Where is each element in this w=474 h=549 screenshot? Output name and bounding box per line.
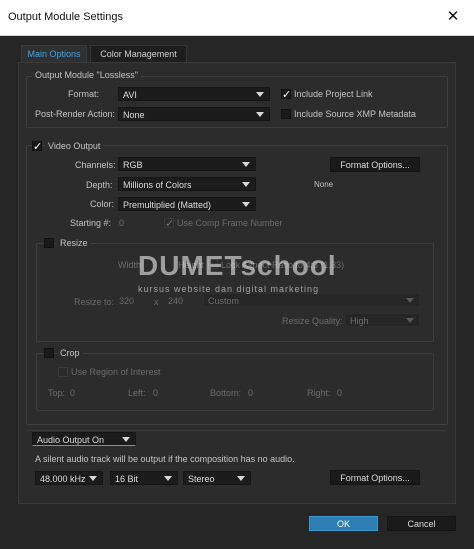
include-project-link-checkbox[interactable]: ✓ (281, 89, 292, 101)
audio-bits-value: 16 Bit (115, 474, 139, 484)
window-title: Output Module Settings (8, 11, 123, 23)
audio-channels-value: Stereo (188, 474, 215, 484)
resize-quality-value: High (350, 316, 369, 326)
audio-format-options-button[interactable]: Format Options... (330, 470, 420, 485)
crop-top-value[interactable]: 0 (70, 388, 75, 398)
color-value: Premultiplied (Matted) (123, 200, 212, 210)
include-xmp-checkbox[interactable] (281, 109, 291, 119)
format-label: Format: (68, 89, 100, 99)
color-dropdown[interactable]: Premultiplied (Matted) (118, 197, 256, 211)
crop-top-label: Top: (48, 388, 66, 398)
times-symbol: x (154, 297, 159, 307)
chevron-down-icon (256, 112, 264, 117)
include-xmp-label: Include Source XMP Metadata (294, 109, 416, 119)
chevron-down-icon (237, 476, 245, 481)
tab-main-options[interactable]: Main Options (21, 45, 87, 63)
video-format-options-button[interactable]: Format Options... (330, 157, 420, 172)
codec-value: None (314, 180, 334, 189)
chevron-down-icon (406, 298, 414, 303)
use-comp-frame-label: Use Comp Frame Number (177, 218, 283, 228)
channels-dropdown[interactable]: RGB (118, 157, 256, 171)
resize-width-value[interactable]: 320 (119, 296, 134, 306)
resize-preset-value: Custom (208, 296, 240, 306)
ok-button[interactable]: OK (309, 516, 378, 531)
channels-label: Channels: (75, 160, 116, 170)
cancel-button[interactable]: Cancel (387, 516, 456, 531)
resize-preset-dropdown[interactable]: Custom (203, 293, 420, 307)
crop-right-label: Right: (307, 388, 331, 398)
audio-rate-dropdown[interactable]: 48.000 kHz (35, 471, 103, 485)
audio-bits-dropdown[interactable]: 16 Bit (110, 471, 178, 485)
chevron-down-icon (242, 182, 250, 187)
watermark-brand: DUMETschool (138, 250, 337, 281)
resize-quality-label: Resize Quality: (282, 316, 343, 326)
video-output-label: Video Output (45, 141, 104, 151)
resize-height-value[interactable]: 240 (168, 296, 183, 306)
crop-group (36, 353, 434, 411)
close-icon[interactable]: ✕ (442, 7, 464, 27)
chevron-down-icon (122, 437, 130, 442)
checkmark-icon: ✓ (33, 141, 43, 153)
crop-bottom-label: Bottom: (210, 388, 242, 398)
audio-channels-dropdown[interactable]: Stereo (183, 471, 251, 485)
crop-left-value[interactable]: 0 (153, 388, 158, 398)
audio-rate-value: 48.000 kHz (40, 474, 86, 484)
chevron-down-icon (164, 476, 172, 481)
audio-separator (26, 430, 446, 431)
color-label: Color: (90, 199, 115, 209)
tab-color-management[interactable]: Color Management (90, 45, 187, 63)
resize-quality-dropdown[interactable]: High (345, 313, 420, 327)
crop-right-value[interactable]: 0 (337, 388, 342, 398)
post-render-label: Post-Render Action: (35, 109, 116, 119)
depth-dropdown[interactable]: Millions of Colors (118, 177, 256, 191)
channels-value: RGB (123, 160, 143, 170)
format-dropdown[interactable]: AVI (118, 87, 270, 101)
starting-label: Starting #: (70, 218, 112, 228)
video-output-checkbox[interactable]: ✓ (32, 141, 43, 153)
post-render-dropdown[interactable]: None (118, 107, 270, 121)
audio-note: A silent audio track will be output if t… (35, 454, 295, 464)
include-project-link-label: Include Project Link (294, 89, 373, 99)
post-render-value: None (123, 110, 145, 120)
checkmark-icon: ✓ (282, 89, 292, 101)
use-roi-label: Use Region of Interest (71, 367, 161, 377)
crop-label: Crop (57, 348, 83, 358)
format-value: AVI (123, 90, 137, 100)
watermark-tagline: kursus website dan digital marketing (138, 284, 320, 294)
chevron-down-icon (242, 162, 250, 167)
checkmark-icon: ✓ (165, 218, 175, 230)
chevron-down-icon (406, 318, 414, 323)
depth-value: Millions of Colors (123, 180, 192, 190)
use-comp-frame-checkbox[interactable]: ✓ (164, 218, 175, 230)
depth-label: Depth: (86, 180, 113, 190)
crop-bottom-value[interactable]: 0 (248, 388, 253, 398)
audio-output-dropdown[interactable]: Audio Output On (32, 432, 136, 446)
resize-to-label: Resize to: (74, 297, 115, 307)
chevron-down-icon (242, 202, 250, 207)
window-titlebar: Output Module Settings ✕ (0, 0, 474, 36)
starting-value[interactable]: 0 (119, 218, 124, 228)
use-roi-checkbox[interactable] (58, 367, 68, 377)
resize-checkbox[interactable] (44, 238, 54, 248)
output-module-title: Output Module "Lossless" (32, 70, 141, 80)
chevron-down-icon (256, 92, 264, 97)
resize-label: Resize (57, 238, 91, 248)
audio-output-value: Audio Output On (37, 435, 105, 445)
crop-checkbox[interactable] (44, 348, 54, 358)
crop-left-label: Left: (128, 388, 146, 398)
chevron-down-icon (89, 476, 97, 481)
